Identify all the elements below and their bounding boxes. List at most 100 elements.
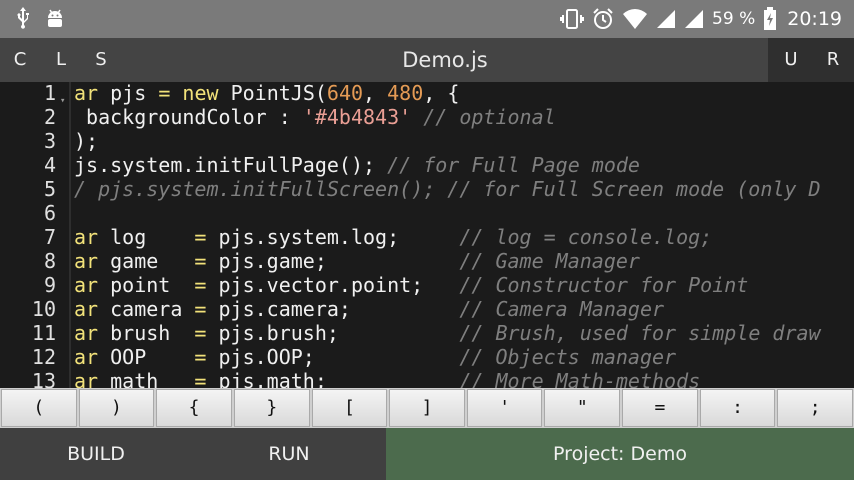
status-left-icons — [14, 6, 66, 34]
code-token: = — [194, 297, 207, 321]
symbol-key[interactable]: " — [544, 389, 621, 427]
symbol-key[interactable]: ) — [78, 389, 155, 427]
code-line[interactable]: 4 js.system.initFullPage(); // for Full P… — [0, 153, 854, 177]
code-token: // Constructor for Point — [459, 273, 749, 297]
code-text: ar OOP = pjs.OOP; // Objects manager — [74, 345, 676, 369]
code-token: // Game Manager — [459, 249, 640, 273]
symbol-key[interactable]: { — [156, 389, 232, 427]
code-token: // Brush, used for simple draw — [459, 321, 821, 345]
signal-icon — [684, 9, 704, 29]
code-token: pjs.system.log; — [206, 225, 460, 249]
code-token: game — [98, 249, 195, 273]
code-token: camera — [98, 297, 195, 321]
code-line[interactable]: 3); — [0, 129, 854, 153]
wifi-icon — [622, 9, 648, 29]
code-token: // log = console.log; — [459, 225, 713, 249]
code-token: PointJS( — [218, 82, 327, 105]
code-token: // Objects manager — [459, 345, 677, 369]
code-token: // for Full Page mode — [387, 153, 640, 177]
project-button[interactable]: Project: Demo — [386, 428, 854, 480]
code-token: ar — [74, 297, 99, 321]
code-line[interactable]: 1 ▾ ar pjs = new PointJS(640, 480, { — [0, 82, 854, 106]
symbol-key[interactable]: ] — [389, 389, 465, 427]
status-right-icons: 59 % 20:19 — [560, 0, 842, 38]
code-token: / pjs.system.initFullScreen(); // for Fu… — [74, 177, 821, 201]
code-token: // Camera Manager — [459, 297, 665, 321]
code-token: ar — [74, 249, 99, 273]
line-number: 1 — [43, 82, 56, 105]
line-number: 9 — [43, 273, 56, 297]
symbol-key[interactable]: ' — [466, 389, 543, 427]
code-token: = — [194, 273, 207, 297]
line-number: 13 — [31, 369, 56, 388]
code-line[interactable]: 13 ar math = pjs.math; // More Math-metho… — [0, 369, 854, 388]
symbol-key[interactable]: : — [699, 389, 776, 427]
toolbar-button-l[interactable]: L — [41, 38, 81, 82]
code-token: = — [194, 345, 207, 369]
code-token: js.system.initFullPage(); — [74, 153, 388, 177]
code-text: ar point = pjs.vector.point; // Construc… — [74, 273, 748, 297]
code-token: // More Math-methods — [459, 369, 701, 388]
toolbar-button-r[interactable]: R — [813, 38, 853, 82]
line-number: 7 — [43, 225, 56, 249]
code-line[interactable]: 5 / pjs.system.initFullScreen(); // for F… — [0, 177, 854, 201]
code-text: ar camera = pjs.camera; // Camera Manage… — [74, 297, 664, 321]
code-editor[interactable]: 1 ▾ ar pjs = new PointJS(640, 480, {2 back… — [0, 82, 854, 388]
code-line[interactable]: 12 ar OOP = pjs.OOP; // Objects manager — [0, 345, 854, 369]
code-line[interactable]: 10 ar camera = pjs.camera; // Camera Mana… — [0, 297, 854, 321]
symbol-key[interactable]: ( — [1, 389, 77, 427]
code-line[interactable]: 11 ar brush = pjs.brush; // Brush, used f… — [0, 321, 854, 345]
code-token: ar — [74, 369, 99, 388]
vibrate-icon — [560, 8, 585, 30]
build-button[interactable]: BUILD — [0, 428, 192, 480]
code-line[interactable]: 2 backgroundColor : '#4b4843' // optiona… — [0, 105, 854, 129]
code-token: ); — [74, 129, 99, 153]
code-token: = — [194, 249, 207, 273]
symbol-bar: (){}[] ' " =:; — [0, 388, 854, 428]
symbol-key[interactable]: [ — [311, 389, 388, 427]
code-text: ); — [74, 129, 98, 153]
code-text: ar pjs = new PointJS(640, 480, { — [74, 82, 459, 105]
code-text: backgroundColor : '#4b4843' // optional — [74, 105, 556, 129]
code-token: 640 — [326, 82, 364, 105]
toolbar-button-u[interactable]: U — [771, 38, 811, 82]
line-number: 8 — [43, 249, 56, 273]
code-text: ar game = pjs.game; // Game Manager — [74, 249, 640, 273]
code-line[interactable]: 9 ar point = pjs.vector.point; // Constru… — [0, 273, 854, 297]
editor-toolbar: C L S Demo.js U R — [0, 38, 854, 82]
symbol-key[interactable]: ; — [777, 389, 854, 427]
code-token: 480 — [387, 82, 424, 105]
file-title: Demo.js — [402, 48, 488, 72]
code-token: log — [98, 225, 195, 249]
symbol-key[interactable]: } — [233, 389, 310, 427]
code-line[interactable]: 8 ar game = pjs.game; // Game Manager — [0, 249, 854, 273]
code-token: point — [98, 273, 195, 297]
battery-charging-icon — [763, 7, 777, 31]
code-text: / pjs.system.initFullScreen(); // for Fu… — [74, 177, 821, 201]
code-line[interactable]: 7 ar log = pjs.system.log; // log = conso… — [0, 225, 854, 249]
code-token: pjs.math; — [206, 369, 460, 388]
code-token: ar — [74, 321, 99, 345]
bottom-bar: BUILD RUN Project: Demo — [0, 428, 854, 480]
code-token: backgroundColor : — [74, 105, 303, 129]
code-line[interactable]: 6 — [0, 201, 854, 225]
code-token: , { — [423, 82, 460, 105]
line-number: 6 — [43, 201, 56, 225]
code-token: pjs — [98, 82, 159, 105]
line-number: 4 — [43, 153, 56, 177]
code-token: new — [170, 82, 219, 105]
symbol-key[interactable]: = — [622, 389, 698, 427]
clock: 20:19 — [787, 8, 842, 30]
code-token: ar — [74, 273, 99, 297]
code-token: pjs.game; — [206, 249, 460, 273]
toolbar-button-c[interactable]: C — [0, 38, 40, 82]
status-bar: 59 % 20:19 — [0, 0, 854, 38]
code-text: js.system.initFullPage(); // for Full Pa… — [74, 153, 640, 177]
toolbar-button-s[interactable]: S — [81, 38, 121, 82]
line-number: 10 — [31, 297, 56, 321]
battery-percent: 59 % — [712, 9, 756, 29]
run-button[interactable]: RUN — [192, 428, 386, 480]
code-token: = — [194, 369, 207, 388]
code-text: ar math = pjs.math; // More Math-methods — [74, 369, 700, 388]
code-token: brush — [98, 321, 195, 345]
